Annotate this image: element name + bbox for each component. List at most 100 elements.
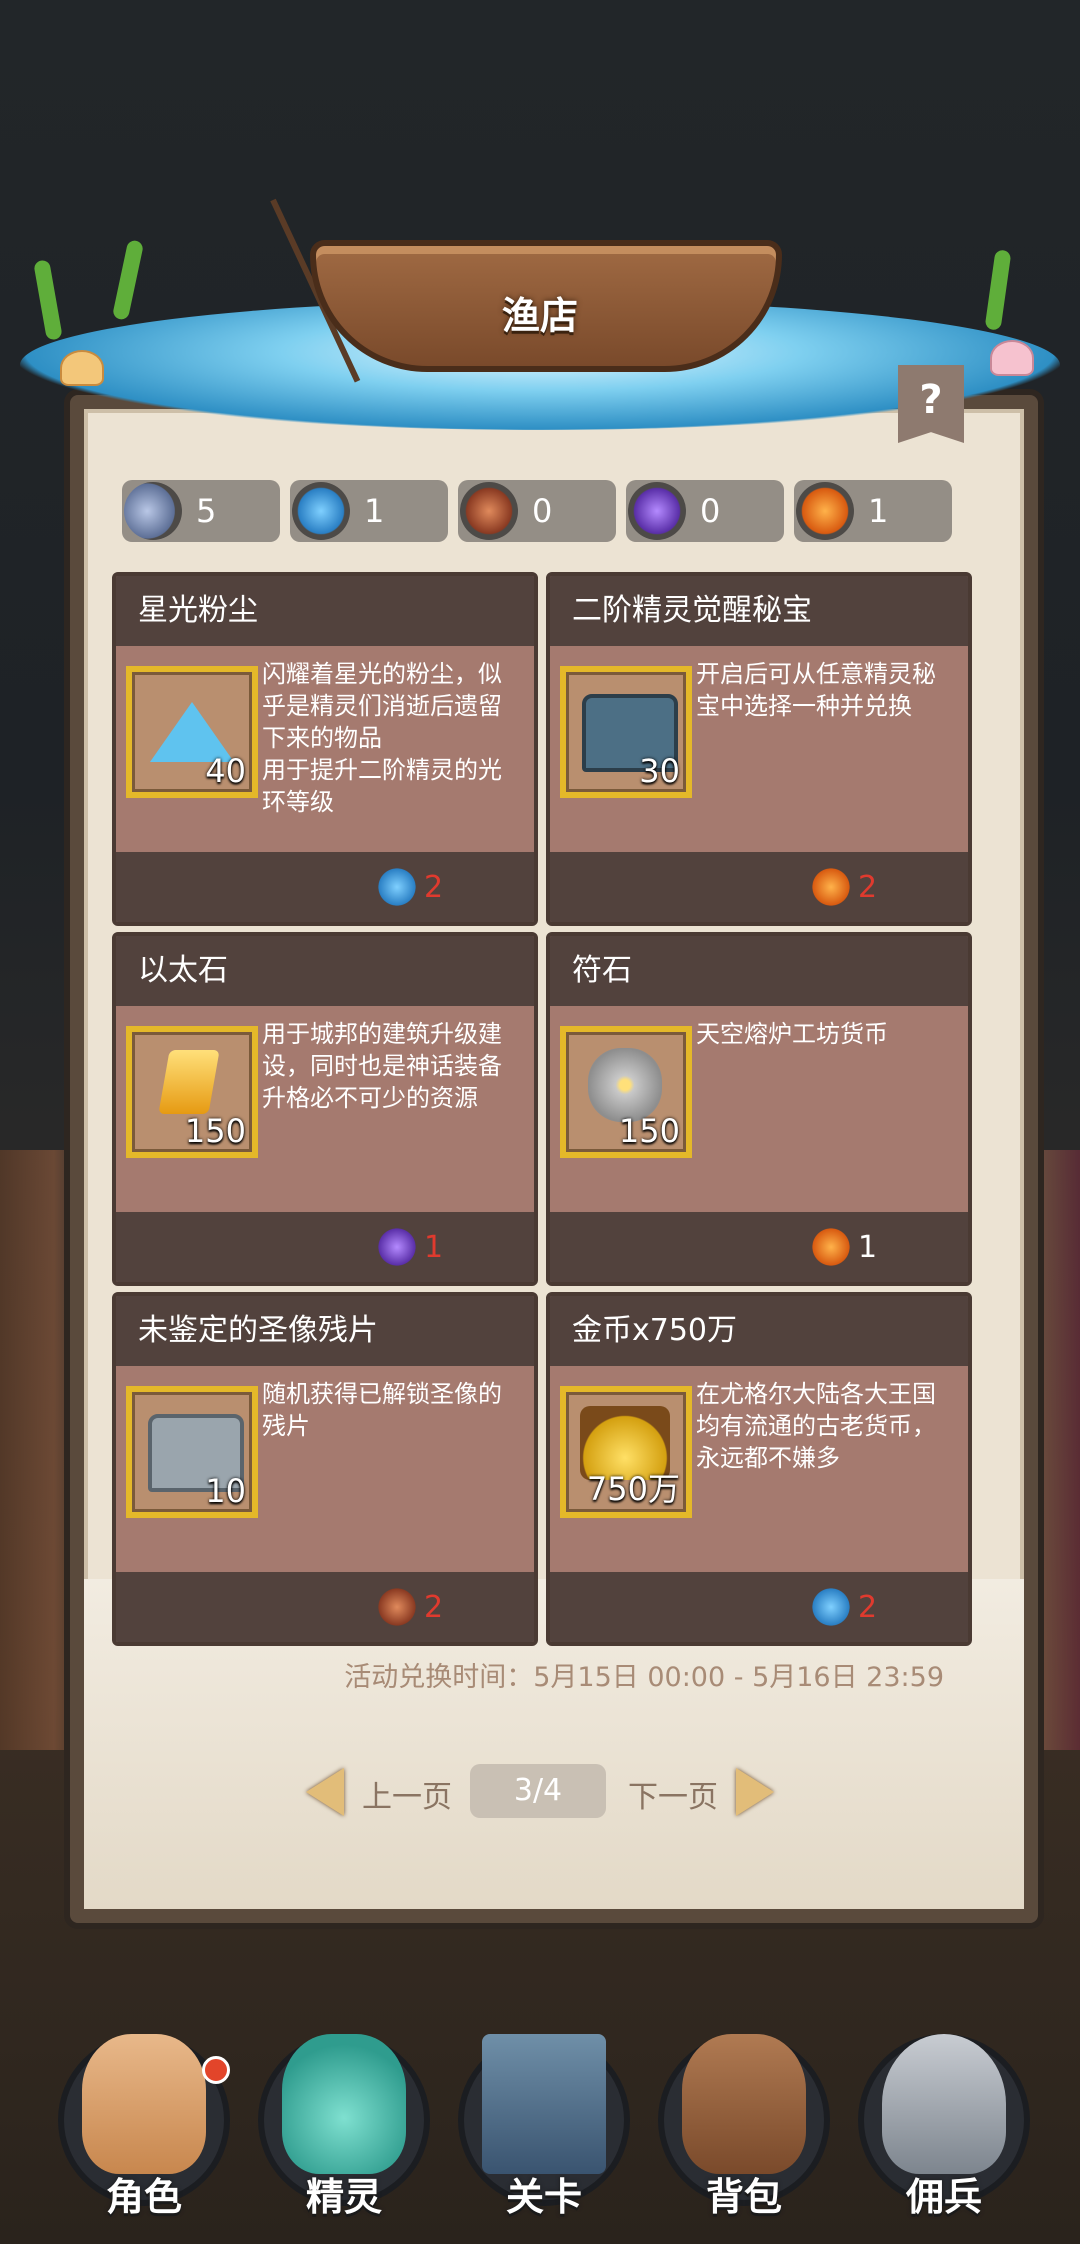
nav-mercenary[interactable]: 佣兵 bbox=[844, 2010, 1044, 2244]
item-title: 以太石 bbox=[116, 936, 534, 1006]
item-title: 金币x750万 bbox=[550, 1296, 968, 1366]
currency-value: 0 bbox=[532, 492, 553, 530]
item-cost[interactable]: 2 bbox=[374, 862, 443, 912]
cost-value: 1 bbox=[858, 1229, 878, 1265]
currency-piranha: 0 bbox=[458, 480, 616, 542]
exchange-time: 活动兑换时间：5月15日 00:00 - 5月16日 23:59 bbox=[344, 1662, 944, 1693]
item-description: 天空熔炉工坊货币 bbox=[696, 1020, 888, 1048]
item-quantity: 150 bbox=[184, 1112, 246, 1150]
item-cost[interactable]: 2 bbox=[808, 862, 877, 912]
cost-value: 2 bbox=[858, 869, 878, 905]
currency-value: 1 bbox=[364, 492, 385, 530]
item-title: 符石 bbox=[550, 936, 968, 1006]
spirit-icon bbox=[282, 2034, 406, 2174]
page-indicator: 3/4 bbox=[470, 1764, 606, 1818]
nav-label: 佣兵 bbox=[905, 2175, 982, 2219]
blue-pufferfish-icon bbox=[808, 1587, 854, 1627]
item-quantity: 150 bbox=[618, 1112, 680, 1150]
purple-shark-icon bbox=[628, 482, 686, 540]
pagination: 上一页 3/4 下一页 bbox=[300, 1762, 780, 1822]
nav-label: 关卡 bbox=[505, 2175, 582, 2219]
item-frame: 150 bbox=[126, 1026, 258, 1158]
mercenary-icon bbox=[882, 2034, 1006, 2174]
item-cost[interactable]: 1 bbox=[808, 1222, 877, 1272]
currency-shark: 0 bbox=[626, 480, 784, 542]
shop-item-card[interactable]: 星光粉尘 40 闪耀着星光的粉尘，似乎是精灵们消逝后遗留下来的物品 用于提升二阶… bbox=[112, 572, 538, 926]
item-description: 在尤格尔大陆各大王国均有流通的古老货币，永远都不嫌多 bbox=[696, 1380, 936, 1472]
blue-pufferfish-icon bbox=[374, 867, 420, 907]
item-quantity: 40 bbox=[205, 752, 246, 790]
notification-badge bbox=[202, 2056, 230, 2084]
item-frame: 30 bbox=[560, 666, 692, 798]
prev-page-button[interactable]: 上一页 bbox=[362, 1772, 452, 1816]
item-cost[interactable]: 2 bbox=[374, 1582, 443, 1632]
nav-backpack[interactable]: 背包 bbox=[644, 2010, 844, 2244]
item-quantity: 30 bbox=[639, 752, 680, 790]
card-footer bbox=[116, 1572, 534, 1642]
card-footer bbox=[116, 1212, 534, 1282]
goldfish-icon bbox=[808, 867, 854, 907]
next-arrow-icon[interactable] bbox=[736, 1768, 774, 1816]
purple-shark-icon bbox=[374, 1227, 420, 1267]
item-description: 闪耀着星光的粉尘，似乎是精灵们消逝后遗留下来的物品 用于提升二阶精灵的光环等级 bbox=[262, 660, 502, 816]
shop-item-card[interactable]: 符石 150 天空熔炉工坊货币 1 bbox=[546, 932, 972, 1286]
cost-value: 1 bbox=[424, 1229, 444, 1265]
card-footer bbox=[550, 1212, 968, 1282]
backpack-icon bbox=[682, 2034, 806, 2174]
currency-value: 0 bbox=[700, 492, 721, 530]
item-description: 开启后可从任意精灵秘宝中选择一种并兑换 bbox=[696, 660, 936, 720]
nav-label: 角色 bbox=[105, 2175, 182, 2219]
next-page-button[interactable]: 下一页 bbox=[628, 1772, 718, 1816]
item-description: 用于城邦的建筑升级建设，同时也是神话装备升格必不可少的资源 bbox=[262, 1020, 502, 1112]
character-icon bbox=[82, 2034, 206, 2174]
currency-bar: 5 1 0 0 1 bbox=[122, 480, 952, 542]
red-piranha-icon bbox=[374, 1587, 420, 1627]
currency-pufferfish: 1 bbox=[290, 480, 448, 542]
item-title: 二阶精灵觉醒秘宝 bbox=[550, 576, 968, 646]
cost-value: 2 bbox=[424, 1589, 444, 1625]
cost-value: 2 bbox=[424, 869, 444, 905]
item-quantity: 750万 bbox=[586, 1470, 680, 1508]
prev-arrow-icon[interactable] bbox=[306, 1768, 344, 1816]
shop-item-card[interactable]: 金币x750万 750万 在尤格尔大陆各大王国均有流通的古老货币，永远都不嫌多 … bbox=[546, 1292, 972, 1646]
item-title: 未鉴定的圣像残片 bbox=[116, 1296, 534, 1366]
shell-icon bbox=[60, 350, 104, 386]
blue-pufferfish-icon bbox=[292, 482, 350, 540]
goldfish-icon bbox=[796, 482, 854, 540]
card-footer bbox=[116, 852, 534, 922]
item-title: 星光粉尘 bbox=[116, 576, 534, 646]
shop-item-card[interactable]: 以太石 150 用于城邦的建筑升级建设，同时也是神话装备升格必不可少的资源 1 bbox=[112, 932, 538, 1286]
rune-stone-icon bbox=[588, 1048, 662, 1122]
nav-spirit[interactable]: 精灵 bbox=[244, 2010, 444, 2244]
currency-value: 1 bbox=[868, 492, 889, 530]
currency-goldfish: 1 bbox=[794, 480, 952, 542]
card-footer bbox=[550, 1572, 968, 1642]
help-button[interactable]: ? bbox=[898, 365, 964, 443]
item-frame: 750万 bbox=[560, 1386, 692, 1518]
currency-tuna: 5 bbox=[122, 480, 280, 542]
item-quantity: 10 bbox=[205, 1472, 246, 1510]
item-description: 随机获得已解锁圣像的残片 bbox=[262, 1380, 502, 1440]
currency-value: 5 bbox=[196, 492, 217, 530]
item-cost[interactable]: 1 bbox=[374, 1222, 443, 1272]
tuna-fish-icon bbox=[124, 482, 182, 540]
cost-value: 2 bbox=[858, 1589, 878, 1625]
shop-item-card[interactable]: 未鉴定的圣像残片 10 随机获得已解锁圣像的残片 2 bbox=[112, 1292, 538, 1646]
item-frame: 150 bbox=[560, 1026, 692, 1158]
item-frame: 40 bbox=[126, 666, 258, 798]
goldfish-icon bbox=[808, 1227, 854, 1267]
item-cost[interactable]: 2 bbox=[808, 1582, 877, 1632]
item-frame: 10 bbox=[126, 1386, 258, 1518]
shop-item-card[interactable]: 二阶精灵觉醒秘宝 30 开启后可从任意精灵秘宝中选择一种并兑换 2 bbox=[546, 572, 972, 926]
bottom-nav: 角色 精灵 关卡 背包 佣兵 bbox=[0, 2010, 1080, 2244]
page-title: 渔店 bbox=[501, 294, 578, 338]
card-footer bbox=[550, 852, 968, 922]
nav-stage[interactable]: 关卡 bbox=[444, 2010, 644, 2244]
nav-character[interactable]: 角色 bbox=[44, 2010, 244, 2244]
ether-stone-icon bbox=[158, 1050, 220, 1114]
nav-label: 精灵 bbox=[305, 2175, 382, 2219]
stage-icon bbox=[482, 2034, 606, 2174]
shell-icon bbox=[990, 340, 1034, 376]
red-piranha-icon bbox=[460, 482, 518, 540]
nav-label: 背包 bbox=[705, 2175, 782, 2219]
